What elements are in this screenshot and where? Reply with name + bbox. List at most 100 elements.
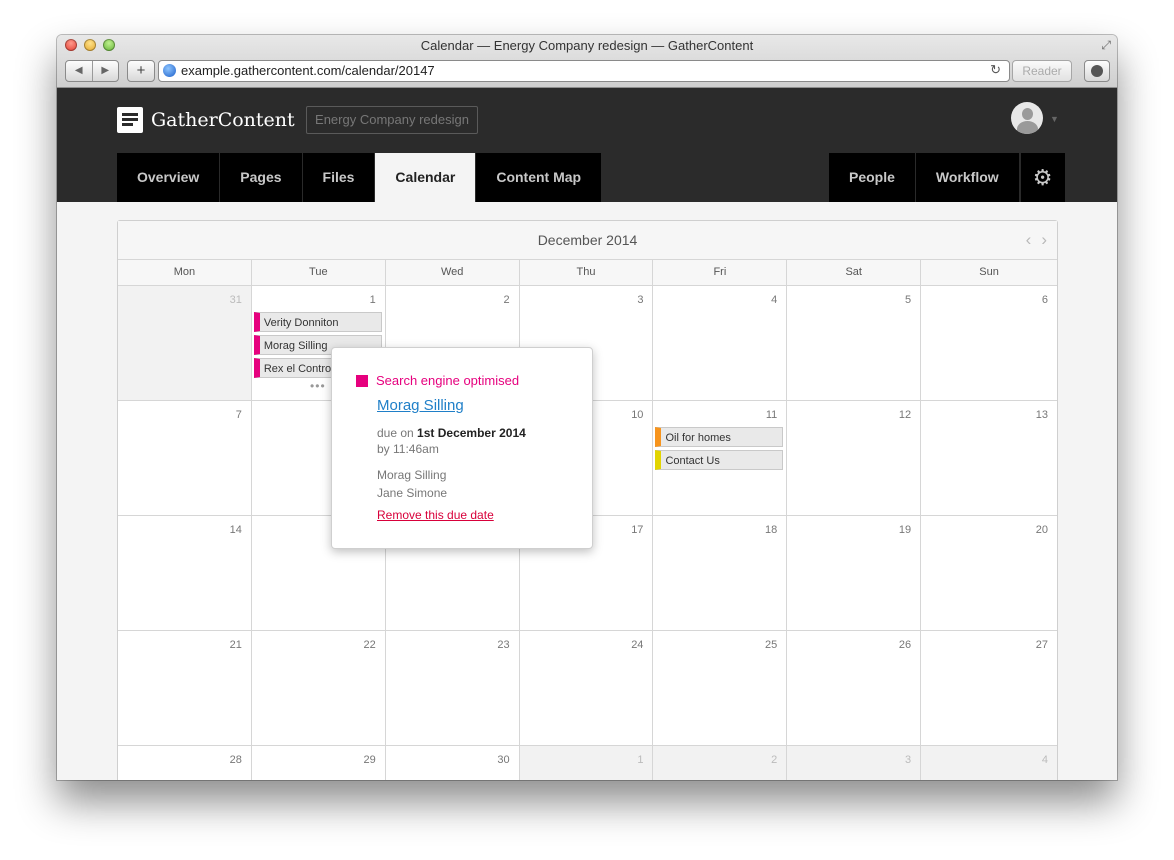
day-number: 21 <box>229 639 242 651</box>
calendar-day-cell[interactable]: 22 <box>251 631 386 745</box>
calendar-day-cell[interactable]: 19 <box>787 516 922 630</box>
calendar-day-cell[interactable]: 11 Oil for homes Contact Us <box>653 401 788 515</box>
due-date-popover: Search engine optimised Morag Silling du… <box>331 347 593 549</box>
user-avatar[interactable] <box>1011 102 1043 134</box>
day-number: 30 <box>497 754 510 766</box>
right-tabs: People Workflow ⚙ <box>829 153 1065 202</box>
downloads-button[interactable] <box>1084 60 1110 82</box>
calendar-day-cell[interactable]: 4 <box>653 286 788 400</box>
weekday-label: Sat <box>787 260 922 285</box>
day-number: 26 <box>898 639 912 651</box>
calendar-day-cell[interactable]: 3 <box>787 746 922 780</box>
calendar-day-cell[interactable]: 28 <box>118 746 252 780</box>
workflow-status: Search engine optimised <box>356 373 519 388</box>
day-number: 7 <box>235 409 242 421</box>
month-label: December 2014 <box>537 232 638 248</box>
due-date-value: 1st December 2014 <box>417 426 526 440</box>
calendar-day-cell[interactable]: 20 <box>921 516 1058 630</box>
logo[interactable]: GatherContent <box>117 107 295 133</box>
globe-icon <box>163 64 176 77</box>
day-number: 4 <box>1041 754 1049 766</box>
project-name-badge[interactable]: Energy Company redesign <box>306 106 478 134</box>
day-number: 5 <box>905 294 912 306</box>
window-title: Calendar — Energy Company redesign — Gat… <box>420 38 754 53</box>
status-color-swatch <box>356 374 368 387</box>
chevron-down-icon[interactable]: ▼ <box>1050 114 1059 124</box>
day-number: 31 <box>229 294 242 306</box>
calendar-day-cell[interactable]: 1 <box>519 746 654 780</box>
due-time-text: by 11:46am <box>377 442 439 456</box>
logo-text: GatherContent <box>151 109 295 131</box>
weekday-label: Mon <box>118 260 252 285</box>
weekday-label: Wed <box>386 260 520 285</box>
calendar-day-cell[interactable]: 2 <box>653 746 788 780</box>
calendar-day-cell[interactable]: 7 <box>118 401 252 515</box>
fullscreen-icon[interactable]: ⤢ <box>1101 38 1111 53</box>
assigned-people: Morag Silling Jane Simone <box>377 466 447 502</box>
day-number: 29 <box>363 754 376 766</box>
calendar-day-cell[interactable]: 29 <box>251 746 386 780</box>
tab-files[interactable]: Files <box>303 153 376 202</box>
day-number: 11 <box>765 409 778 421</box>
tab-workflow[interactable]: Workflow <box>916 153 1020 202</box>
chevron-left-icon[interactable]: ‹ <box>1026 230 1032 250</box>
calendar-day-cell[interactable]: 4 <box>921 746 1058 780</box>
tab-people[interactable]: People <box>829 153 916 202</box>
event-list: Oil for homes Contact Us <box>655 427 784 473</box>
calendar-day-cell[interactable]: 14 <box>118 516 252 630</box>
reader-button[interactable]: Reader <box>1012 60 1072 82</box>
calendar-day-cell[interactable]: 6 <box>921 286 1058 400</box>
calendar-event[interactable]: Oil for homes <box>655 427 784 447</box>
address-bar[interactable]: example.gathercontent.com/calendar/20147… <box>158 60 1010 82</box>
day-number: 3 <box>905 754 912 766</box>
calendar-day-cell[interactable]: 30 <box>385 746 520 780</box>
tab-content-map[interactable]: Content Map <box>476 153 601 202</box>
title-bar: Calendar — Energy Company redesign — Gat… <box>57 35 1117 88</box>
calendar-day-cell[interactable]: 25 <box>653 631 788 745</box>
calendar-day-cell[interactable]: 13 <box>921 401 1058 515</box>
day-number: 23 <box>497 639 510 651</box>
back-button[interactable]: ◀ <box>66 61 92 81</box>
forward-button[interactable]: ▶ <box>91 61 119 81</box>
calendar-day-cell[interactable]: 26 <box>787 631 922 745</box>
day-number: 1 <box>637 754 644 766</box>
day-number: 22 <box>363 639 376 651</box>
calendar-day-cell[interactable]: 24 <box>519 631 654 745</box>
calendar-day-cell[interactable]: 31 <box>118 286 252 400</box>
calendar-header: December 2014 ‹ › <box>118 221 1057 260</box>
tab-calendar[interactable]: Calendar <box>375 153 477 202</box>
app-header: GatherContent Energy Company redesign ▼ … <box>57 88 1117 202</box>
remove-due-date-link[interactable]: Remove this due date <box>377 508 494 522</box>
tab-pages[interactable]: Pages <box>220 153 303 202</box>
url-text[interactable]: example.gathercontent.com/calendar/20147 <box>181 63 435 78</box>
calendar-event[interactable]: Verity Donniton <box>253 312 382 332</box>
weekday-label: Sun <box>979 266 999 278</box>
reload-icon[interactable]: ↻ <box>990 62 1001 78</box>
calendar-day-cell[interactable]: 27 <box>921 631 1058 745</box>
calendar-event[interactable]: Contact Us <box>655 450 784 470</box>
calendar-day-cell[interactable]: 21 <box>118 631 252 745</box>
assignee: Morag Silling <box>377 468 447 482</box>
day-number: 19 <box>898 524 912 536</box>
logo-icon <box>117 107 143 133</box>
calendar-day-cell[interactable]: 23 <box>385 631 520 745</box>
tab-overview[interactable]: Overview <box>117 153 221 202</box>
day-number: 28 <box>229 754 242 766</box>
calendar-day-cell[interactable]: 12 <box>787 401 922 515</box>
new-tab-button[interactable]: + <box>127 60 155 82</box>
chevron-right-icon[interactable]: › <box>1041 230 1047 250</box>
calendar-day-cell[interactable]: 18 <box>653 516 788 630</box>
day-number: 24 <box>631 639 644 651</box>
page-title-link[interactable]: Morag Silling <box>377 397 464 414</box>
day-number: 20 <box>1035 524 1049 536</box>
weekday-label: Fri <box>653 260 788 285</box>
status-label: Search engine optimised <box>376 373 520 388</box>
calendar-week-row: 21 22 23 24 25 26 27 <box>118 631 1058 746</box>
assignee: Jane Simone <box>377 486 448 500</box>
due-date-text: due on 1st December 2014 <box>377 426 526 440</box>
weekday-label: Tue <box>252 260 386 285</box>
day-number: 27 <box>1035 639 1049 651</box>
day-number: 2 <box>503 294 510 306</box>
settings-gear-icon[interactable]: ⚙ <box>1019 153 1065 202</box>
calendar-day-cell[interactable]: 5 <box>787 286 922 400</box>
